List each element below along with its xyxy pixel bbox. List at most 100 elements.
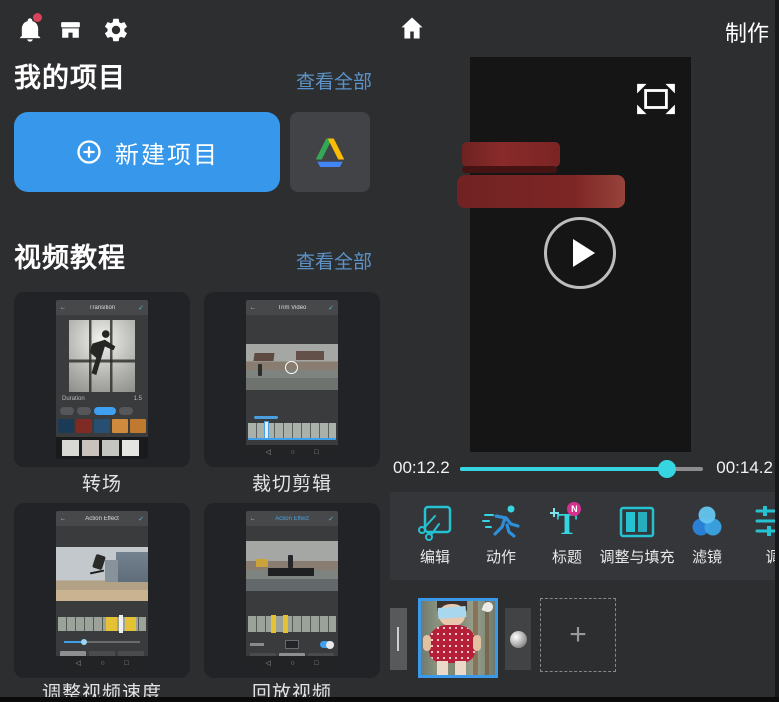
seek-bar[interactable] (460, 467, 703, 471)
mini-value-box (285, 640, 299, 649)
tutorials-view-all[interactable]: 查看全部 (296, 247, 372, 274)
add-clip-button[interactable]: + (540, 598, 616, 672)
mini-roof (296, 351, 324, 360)
tutorial-label-trim: 裁切剪辑 (204, 469, 380, 496)
android-home-icon: ○ (290, 449, 294, 456)
clip-corner-icon (482, 601, 495, 614)
redacted-text-bar (457, 175, 625, 208)
tool-edit[interactable]: 编辑 (403, 500, 467, 567)
tool-label: 调 (743, 546, 779, 567)
person-silhouette (81, 330, 123, 382)
mini-playhead (119, 615, 123, 633)
scissors-frame-icon (403, 500, 467, 542)
fullscreen-icon[interactable] (635, 82, 677, 116)
android-back-icon: ◁ (76, 659, 81, 667)
android-home-icon: ○ (290, 660, 294, 667)
mini-chip (60, 407, 74, 415)
mini-duration-label: Duration (62, 396, 85, 402)
plus-circle-icon (75, 138, 103, 166)
tool-bar: 编辑 动作 T (390, 492, 779, 580)
total-time: 00:14.2 (716, 458, 773, 478)
girl-arm (423, 635, 431, 651)
mini-android-nav: ◁ ○ □ (246, 656, 338, 670)
sparkle-icon (550, 508, 559, 517)
mini-screen-title: Trim Video (256, 305, 328, 311)
tool-action[interactable]: 动作 (469, 500, 533, 567)
mini-header: ← Action Effect ✓ (246, 511, 338, 526)
mini-play-icon (285, 361, 298, 374)
mini-effect-thumb (94, 419, 110, 433)
store-icon[interactable] (58, 18, 83, 43)
tool-filter[interactable]: 滤镜 (679, 500, 735, 567)
screen-bottom-edge (0, 697, 779, 702)
tutorial-thumbnail: ← Transition ✓ Duration 1.5 (56, 300, 148, 459)
video-editor-app: 我的项目 查看全部 新建项目 视频教程 查看全部 ← Transition (0, 0, 779, 702)
mini-speed-slider (64, 641, 140, 643)
home-icon[interactable] (398, 14, 426, 42)
notification-dot (33, 13, 42, 22)
filter-circles-icon (679, 500, 735, 542)
video-preview[interactable] (470, 57, 691, 452)
plus-icon: + (569, 618, 587, 652)
mini-photo-street (246, 344, 338, 390)
current-time: 00:12.2 (393, 458, 450, 478)
tutorial-thumbnail: ← Action Effect ✓ (56, 511, 148, 670)
android-recent-icon: □ (314, 449, 318, 456)
play-button[interactable] (544, 217, 616, 289)
my-projects-view-all[interactable]: 查看全部 (296, 67, 372, 94)
mini-effect-thumb (76, 419, 92, 433)
mini-confirm-icon: ✓ (138, 515, 144, 523)
mini-header: ← Trim Video ✓ (246, 300, 338, 315)
tool-adjust-fill[interactable]: 调整与填充 (595, 500, 679, 567)
my-projects-title: 我的项目 (14, 56, 126, 95)
mini-effect-thumbnails (58, 419, 146, 433)
mini-android-nav: ◁ ○ □ (246, 445, 338, 459)
tool-title[interactable]: T N 标题 (535, 500, 599, 567)
clip-thumbnail[interactable] (418, 598, 498, 678)
tutorial-card-reverse[interactable]: ← Action Effect ✓ (204, 503, 380, 678)
seek-bar-thumb[interactable] (658, 460, 676, 478)
tool-label: 滤镜 (679, 546, 735, 567)
android-back-icon: ◁ (266, 448, 271, 456)
tutorial-card-speed[interactable]: ← Action Effect ✓ (14, 503, 190, 678)
mini-photo-window-stretch (69, 320, 135, 392)
mini-control-label (250, 643, 264, 646)
mini-photo-skater (56, 547, 148, 601)
tutorial-card-transition[interactable]: ← Transition ✓ Duration 1.5 (14, 292, 190, 467)
tool-label: 调整与填充 (595, 546, 679, 567)
make-button[interactable]: 制作 (725, 16, 769, 48)
mini-slider-thumb (81, 639, 87, 645)
mini-effect-thumb (58, 419, 74, 433)
mini-screen-title: Action Effect (256, 516, 328, 522)
mini-filmstrip (248, 616, 336, 632)
title-text-icon: T N (557, 500, 578, 542)
tutorial-card-trim[interactable]: ← Trim Video ✓ ◁ ○ □ (204, 292, 380, 467)
mini-skateboard (90, 570, 104, 575)
android-recent-icon: □ (124, 660, 128, 667)
mini-effect-thumb (112, 419, 128, 433)
seek-bar-progress (460, 467, 667, 471)
mini-roof (253, 353, 274, 361)
tutorials-title: 视频教程 (14, 236, 126, 275)
settings-gear-icon[interactable] (102, 16, 130, 44)
mini-reverse-bracket (283, 615, 288, 633)
mini-speed-segment (106, 617, 117, 631)
mini-photo-thumb (82, 440, 99, 456)
runner-icon (469, 500, 533, 542)
tool-adjust[interactable]: 调 (743, 500, 779, 567)
tutorial-thumbnail: ← Trim Video ✓ ◁ ○ □ (246, 300, 338, 459)
mini-screen-title: Action Effect (66, 516, 138, 522)
transition-button[interactable] (505, 608, 531, 670)
android-back-icon: ◁ (266, 659, 271, 667)
clip-trim-handle[interactable] (390, 608, 407, 670)
play-icon (573, 239, 595, 267)
girl-red-dress (429, 625, 475, 663)
mini-filmstrip (248, 423, 336, 438)
mini-effect-thumb (130, 419, 146, 433)
mini-header: ← Action Effect ✓ (56, 511, 148, 526)
android-recent-icon: □ (314, 660, 318, 667)
new-project-button[interactable]: 新建项目 (14, 112, 280, 192)
google-drive-button[interactable] (290, 112, 370, 192)
mini-reverse-bracket (271, 615, 276, 633)
mini-header: ← Transition ✓ (56, 300, 148, 315)
